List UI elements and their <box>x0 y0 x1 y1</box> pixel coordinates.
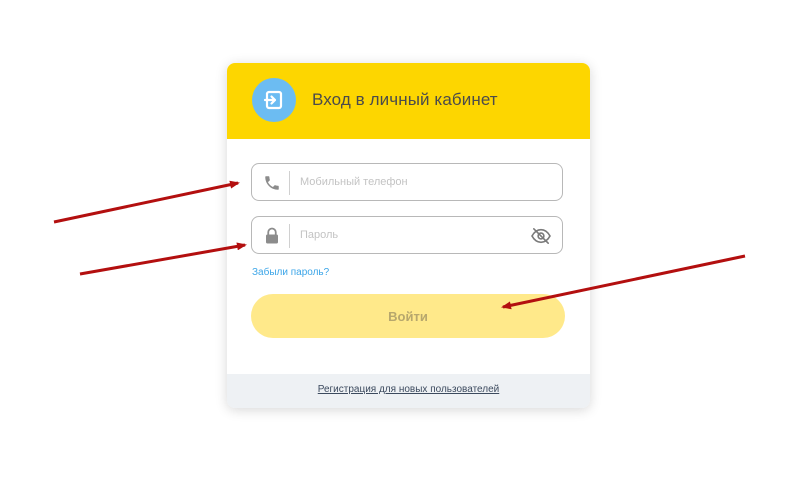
annotation-arrow-password <box>79 242 247 276</box>
field-divider <box>289 224 290 248</box>
card-footer: Регистрация для новых пользователей <box>227 374 590 408</box>
login-title: Вход в личный кабинет <box>312 90 498 109</box>
login-card: Вход в личный кабинет Забыли парол <box>227 63 590 408</box>
phone-icon <box>262 173 282 193</box>
field-divider <box>289 171 290 195</box>
register-link[interactable]: Регистрация для новых пользователей <box>227 384 590 395</box>
phone-input[interactable] <box>300 164 530 200</box>
password-input[interactable] <box>300 217 530 253</box>
login-button[interactable]: Войти <box>251 294 565 338</box>
phone-field[interactable] <box>251 163 563 201</box>
login-icon <box>252 78 296 122</box>
forgot-password-link[interactable]: Забыли пароль? <box>252 267 329 278</box>
annotation-arrow-phone <box>53 180 240 224</box>
login-header: Вход в личный кабинет <box>227 63 590 139</box>
lock-icon <box>262 226 282 246</box>
eye-off-icon[interactable] <box>530 226 552 246</box>
password-field[interactable] <box>251 216 563 254</box>
